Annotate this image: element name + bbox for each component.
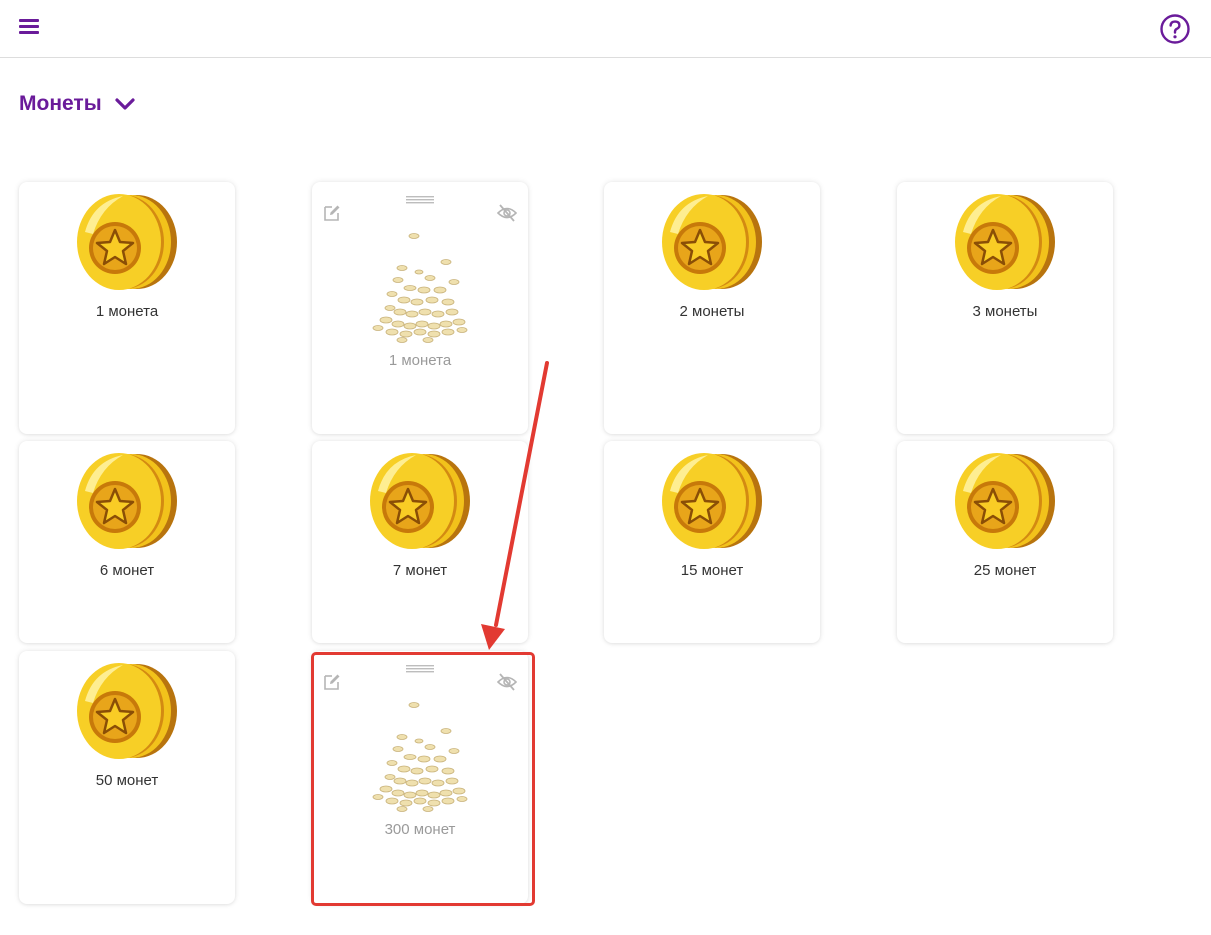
- product-label: 3 монеты: [972, 303, 1038, 320]
- product-card[interactable]: 1 монета: [19, 182, 235, 434]
- top-bar: [0, 0, 1211, 58]
- product-card[interactable]: 50 монет: [19, 651, 235, 904]
- question-circle-icon[interactable]: [1159, 13, 1191, 45]
- product-card[interactable]: 7 монет: [312, 441, 528, 643]
- hamburger-menu-icon[interactable]: [17, 16, 41, 36]
- edit-pencil-icon[interactable]: [323, 204, 341, 222]
- product-card[interactable]: 6 монет: [19, 441, 235, 643]
- gold-coin-star-icon: [660, 451, 764, 551]
- product-label: 15 монет: [680, 562, 744, 579]
- product-label: 300 монет: [384, 821, 456, 838]
- product-card-hidden[interactable]: 1 монета: [312, 182, 528, 434]
- gold-coin-star-icon: [75, 192, 179, 292]
- section-toggle[interactable]: Монеты: [19, 89, 136, 119]
- product-card[interactable]: 3 монеты: [897, 182, 1113, 434]
- drag-handle-icon[interactable]: [406, 196, 434, 204]
- gold-coin-star-icon: [660, 192, 764, 292]
- product-label: 1 монета: [95, 303, 159, 320]
- product-label: 50 монет: [95, 772, 159, 789]
- product-card-hidden[interactable]: 300 монет: [312, 651, 528, 904]
- product-card[interactable]: 15 монет: [604, 441, 820, 643]
- coin-pile-icon: [362, 232, 478, 348]
- product-label: 1 монета: [388, 352, 452, 369]
- product-card[interactable]: 25 монет: [897, 441, 1113, 643]
- product-label: 6 монет: [99, 562, 155, 579]
- gold-coin-star-icon: [953, 192, 1057, 292]
- product-label: 25 монет: [973, 562, 1037, 579]
- gold-coin-star-icon: [368, 451, 472, 551]
- gold-coin-star-icon: [75, 451, 179, 551]
- product-label: 2 монеты: [679, 303, 745, 320]
- eye-off-icon[interactable]: [497, 204, 517, 222]
- chevron-down-icon: [115, 98, 135, 110]
- eye-off-icon[interactable]: [497, 673, 517, 691]
- gold-coin-star-icon: [75, 661, 179, 761]
- product-card[interactable]: 2 монеты: [604, 182, 820, 434]
- product-label: 7 монет: [392, 562, 448, 579]
- drag-handle-icon[interactable]: [406, 665, 434, 673]
- section-title: Монеты: [19, 92, 102, 115]
- coin-pile-icon: [362, 701, 478, 817]
- edit-pencil-icon[interactable]: [323, 673, 341, 691]
- gold-coin-star-icon: [953, 451, 1057, 551]
